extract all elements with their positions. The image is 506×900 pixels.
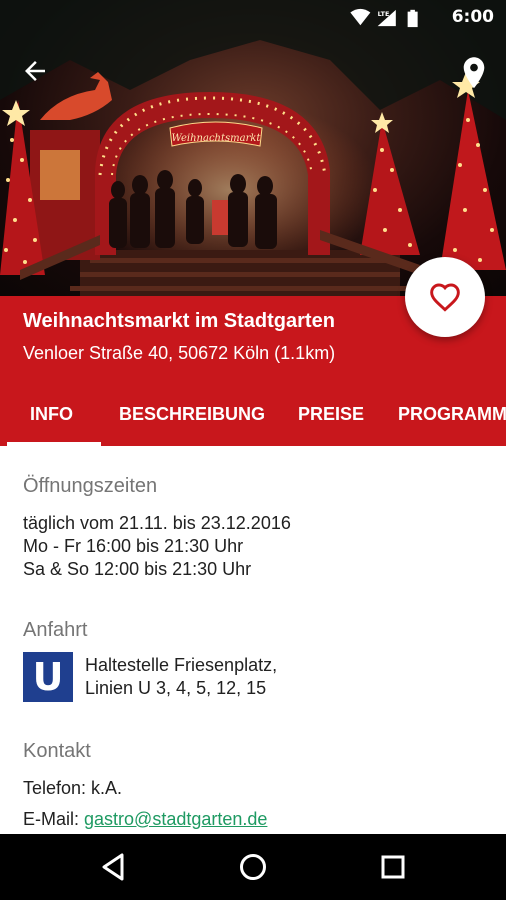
status-bar: LTE 6:00 — [0, 0, 506, 36]
lte-label: LTE — [378, 11, 390, 18]
tab-bar: INFO BESCHREIBUNG PREISE PROGRAMM — [0, 392, 506, 446]
hours-line: Mo - Fr 16:00 bis 21:30 Uhr — [23, 536, 244, 556]
nav-recents-button[interactable] — [375, 849, 411, 885]
phone-text: Telefon: k.A. — [23, 778, 123, 798]
address-text: Venloer Straße 40, 50672 Köln (1.1km) — [23, 343, 336, 363]
arrow-back-icon — [25, 61, 45, 81]
lte-signal-icon: LTE — [377, 9, 396, 27]
tab-programm[interactable]: PROGRAMM — [398, 392, 506, 446]
triangle-back-icon — [102, 853, 124, 881]
ubahn-letter: U — [32, 655, 64, 699]
market-sign: Weihnachtsmarkt — [172, 133, 262, 144]
battery-icon — [407, 9, 418, 28]
info-content: Öffnungszeiten täglich vom 21.11. bis 23… — [0, 446, 506, 834]
directions-line: Haltestelle Friesenplatz, — [85, 655, 278, 675]
back-button[interactable] — [20, 56, 60, 92]
page-title: Weihnachtsmarkt im Stadtgarten — [23, 310, 335, 332]
hours-title: Öffnungszeiten — [23, 475, 158, 497]
email-link[interactable]: gastro@stadtgarten.de — [84, 809, 267, 829]
map-pin-icon — [463, 57, 485, 89]
square-recents-icon — [381, 855, 405, 879]
directions-line: Linien U 3, 4, 5, 12, 15 — [85, 678, 267, 698]
christmas-market-illustration: Weihnachtsmarkt — [0, 0, 506, 296]
heart-outline-icon — [430, 283, 460, 312]
wifi-icon — [350, 8, 371, 26]
tab-info[interactable]: INFO — [7, 392, 101, 446]
tab-beschreibung[interactable]: BESCHREIBUNG — [119, 392, 265, 446]
contact-title: Kontakt — [23, 740, 91, 762]
nav-back-button[interactable] — [96, 849, 132, 885]
status-icons: LTE — [350, 8, 418, 28]
nav-home-button[interactable] — [235, 849, 271, 885]
hours-line: täglich vom 21.11. bis 23.12.2016 — [23, 513, 291, 533]
system-nav-bar — [0, 834, 506, 900]
map-location-button[interactable] — [458, 56, 490, 96]
status-time: 6:00 — [451, 7, 494, 27]
hero-image: Weihnachtsmarkt — [0, 0, 506, 296]
directions-title: Anfahrt — [23, 619, 88, 641]
email-label: E-Mail: — [23, 809, 80, 829]
favorite-button[interactable] — [405, 257, 485, 337]
hours-line: Sa & So 12:00 bis 21:30 Uhr — [23, 559, 252, 579]
ubahn-icon: U — [23, 652, 73, 702]
tab-preise[interactable]: PREISE — [298, 392, 364, 446]
email-row: E-Mail: gastro@stadtgarten.de — [23, 808, 267, 831]
circle-home-icon — [240, 854, 266, 880]
